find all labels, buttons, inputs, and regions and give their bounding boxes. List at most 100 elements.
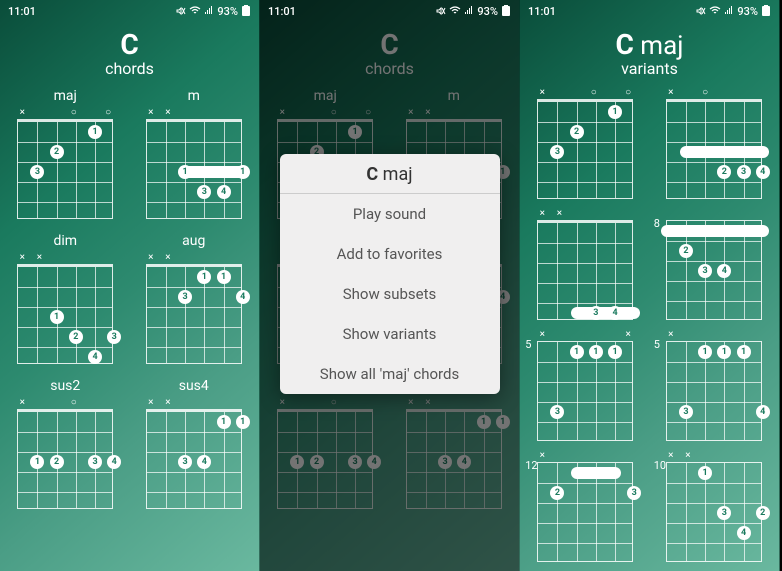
nut-markers: ××: [537, 209, 633, 219]
chord-diagram[interactable]: 8342: [655, 209, 773, 320]
finger-dot: 4: [457, 455, 471, 469]
finger-dot: 3: [107, 330, 121, 344]
finger-dot: 2: [756, 506, 770, 520]
popup-action-3[interactable]: Show variants: [280, 314, 500, 354]
screen-chords: 11:01 93% C chords maj×○○321m××3411dim××…: [0, 0, 260, 571]
finger-dot: 1: [236, 415, 250, 429]
finger-dot: 3: [348, 455, 362, 469]
finger-dot: 1: [50, 310, 64, 324]
popup-action-4[interactable]: Show all 'maj' chords: [280, 354, 500, 394]
finger-dot: 4: [717, 264, 731, 278]
finger-dot: 3: [30, 165, 44, 179]
chord-diagram[interactable]: dim××1243: [10, 233, 120, 364]
chord-diagram[interactable]: 12×23: [526, 451, 644, 562]
nut-markers: ××: [537, 330, 633, 340]
battery-text: 93%: [477, 5, 498, 18]
page-title: C maj variants: [520, 22, 779, 88]
chord-diagram[interactable]: aug××3114: [139, 233, 249, 364]
status-bar: 11:01 93%: [260, 0, 519, 22]
finger-dot: 3: [178, 455, 192, 469]
wifi-icon: [189, 6, 201, 16]
nut-markers: ×: [666, 330, 762, 340]
chord-diagram[interactable]: 5×31114: [655, 330, 773, 441]
battery-icon: [761, 5, 771, 17]
signal-icon: [204, 6, 214, 16]
chord-label: aug: [139, 233, 249, 249]
nut-markers: ××: [146, 398, 242, 408]
finger-dot: 4: [367, 455, 381, 469]
finger-dot: 1: [570, 345, 584, 359]
status-time: 11:01: [528, 5, 556, 18]
nut-markers: ×○○: [537, 88, 633, 98]
battery-icon: [501, 5, 511, 17]
finger-dot: 2: [310, 455, 324, 469]
finger-dot: 1: [737, 345, 751, 359]
finger-dot: 3: [197, 185, 211, 199]
status-right: 93%: [696, 5, 771, 18]
finger-dot: 4: [756, 165, 770, 179]
finger-dot: 3: [550, 405, 564, 419]
chord-diagram[interactable]: ×○234: [655, 88, 773, 199]
finger-dot: 3: [178, 290, 192, 304]
finger-dot: 1: [88, 125, 102, 139]
status-right: 93%: [436, 5, 511, 18]
chord-diagram[interactable]: sus4××3411: [139, 378, 249, 509]
chord-diagram[interactable]: sus4××3411: [399, 378, 509, 509]
finger-dot: 1: [608, 345, 622, 359]
fret-number: 10: [654, 459, 666, 472]
chord-diagram[interactable]: maj×○○321: [10, 88, 120, 219]
battery-text: 93%: [737, 5, 758, 18]
nut-markers: ××: [146, 253, 242, 263]
finger-dot: 2: [717, 165, 731, 179]
battery-text: 93%: [217, 5, 238, 18]
chord-diagram[interactable]: m××3411: [139, 88, 249, 219]
title-note: C: [0, 28, 259, 61]
chord-diagram[interactable]: ××34: [526, 209, 644, 320]
title-note: C: [260, 28, 519, 61]
finger-dot: 4: [737, 526, 751, 540]
finger-dot: 1: [236, 165, 250, 179]
status-right: 93%: [176, 5, 251, 18]
fret-number: 5: [525, 338, 531, 351]
chord-diagram[interactable]: ×○○321: [526, 88, 644, 199]
finger-dot: 2: [550, 486, 564, 500]
finger-dot: 4: [756, 405, 770, 419]
chord-diagram[interactable]: 10××1342: [655, 451, 773, 562]
finger-dot: 3: [717, 506, 731, 520]
nut-markers: ××: [406, 398, 502, 408]
popup-title: C maj: [280, 154, 500, 194]
finger-dot: 4: [236, 290, 250, 304]
popup-action-1[interactable]: Add to favorites: [280, 234, 500, 274]
wifi-icon: [709, 6, 721, 16]
finger-dot: 1: [30, 455, 44, 469]
finger-dot: 1: [197, 270, 211, 284]
battery-icon: [241, 5, 251, 17]
chord-diagram[interactable]: 5××3111: [526, 330, 644, 441]
nut-markers: ××: [666, 451, 762, 461]
chord-label: m: [139, 88, 249, 104]
popup-action-2[interactable]: Show subsets: [280, 274, 500, 314]
finger-dot: 1: [217, 270, 231, 284]
chord-label: sus4: [139, 378, 249, 394]
nut-markers: ×○○: [277, 108, 373, 118]
popup-title-quality: maj: [378, 164, 412, 185]
finger-dot: 4: [197, 455, 211, 469]
finger-dot: 1: [290, 455, 304, 469]
chord-diagram[interactable]: sus2×○1234: [270, 378, 380, 509]
status-bar: 11:01 93%: [0, 0, 259, 22]
finger-dot: 1: [348, 125, 362, 139]
finger-dot: 3: [698, 264, 712, 278]
chord-label: maj: [10, 88, 120, 104]
finger-dot: 3: [438, 455, 452, 469]
chord-diagram[interactable]: sus2×○1234: [10, 378, 120, 509]
finger-dot: 1: [589, 345, 603, 359]
popup-action-0[interactable]: Play sound: [280, 194, 500, 234]
variants-grid: ×○○321×○234××3483425××31115×3111412×2310…: [520, 88, 779, 568]
finger-dot: 3: [88, 455, 102, 469]
finger-dot: 3: [679, 405, 693, 419]
nut-markers: ××: [17, 253, 113, 263]
finger-dot: 2: [50, 145, 64, 159]
page-title: C chords: [0, 22, 259, 88]
finger-dot: 2: [679, 244, 693, 258]
nut-markers: ××: [146, 108, 242, 118]
